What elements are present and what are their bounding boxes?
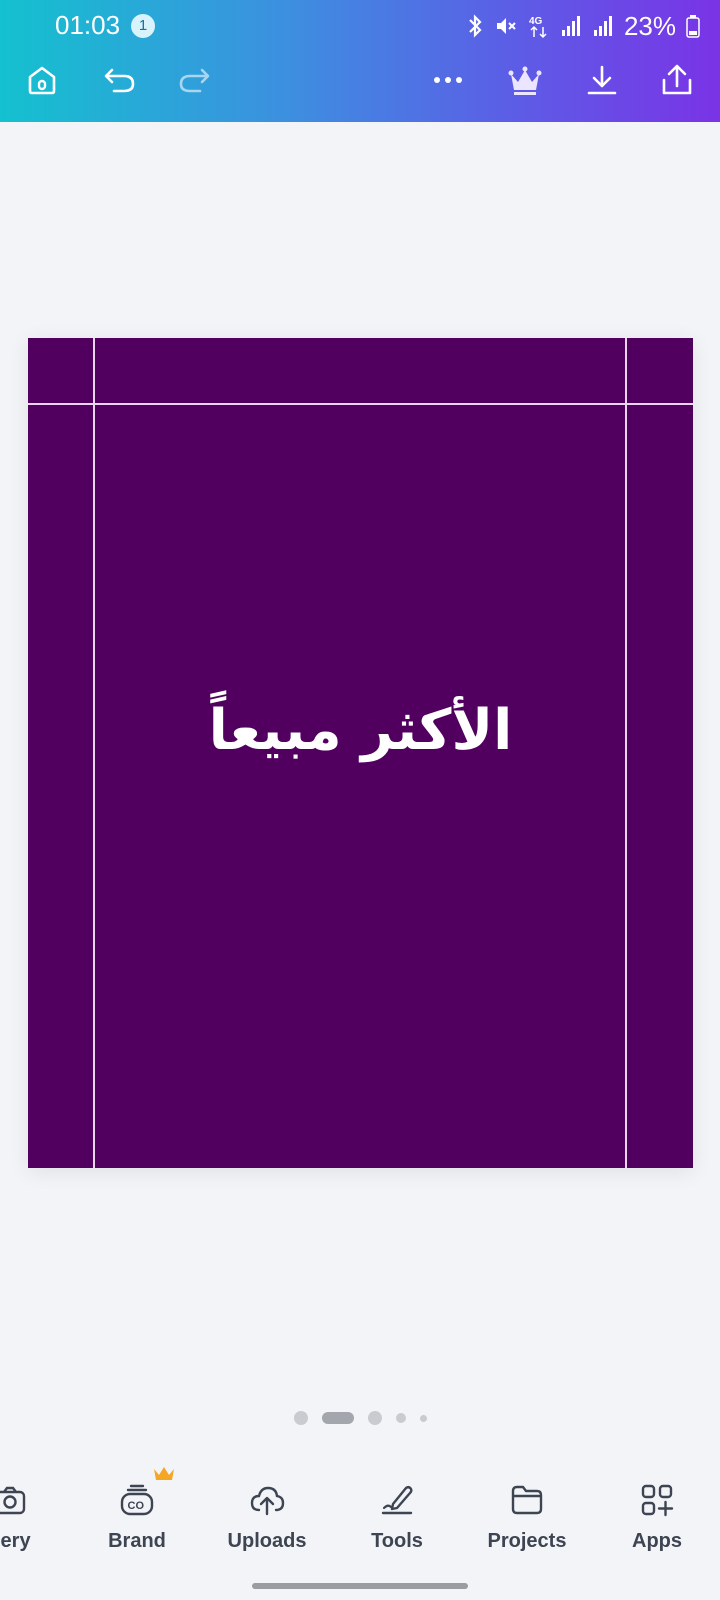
download-icon: [587, 65, 617, 95]
page-dot[interactable]: [395, 1413, 406, 1423]
premium-crown-icon: [154, 1467, 174, 1480]
signal-icon-2: [593, 16, 612, 36]
page-dot[interactable]: [293, 1411, 308, 1425]
battery-icon: [686, 15, 700, 38]
page-dot[interactable]: [367, 1411, 382, 1425]
status-icons: 4G 23%: [466, 8, 700, 44]
more-options-button[interactable]: [426, 58, 470, 102]
nav-item-gallery[interactable]: llery: [0, 1440, 70, 1570]
nav-item-apps[interactable]: Apps: [597, 1440, 717, 1570]
share-button[interactable]: [655, 58, 699, 102]
nav-item-tools[interactable]: Tools: [337, 1440, 457, 1570]
nav-label-gallery: llery: [0, 1530, 31, 1552]
brand-icon: CO: [120, 1484, 154, 1516]
apps-icon: [641, 1484, 674, 1517]
bluetooth-icon: [469, 14, 482, 38]
canvas-text[interactable]: الأكثر مبيعاً: [28, 698, 693, 763]
crown-icon: [508, 66, 542, 95]
nav-label-apps: Apps: [632, 1530, 682, 1552]
undo-button[interactable]: [98, 58, 142, 102]
nav-label-brand: Brand: [108, 1530, 166, 1552]
home-icon: [28, 66, 56, 95]
premium-button[interactable]: [503, 58, 547, 102]
signal-icon-1: [561, 16, 580, 36]
redo-icon: [179, 68, 210, 93]
nav-label-uploads: Uploads: [227, 1530, 307, 1552]
redo-button[interactable]: [172, 58, 216, 102]
bottom-nav: llery CO Brand Uploads Tools Projects Ap…: [0, 1440, 720, 1570]
more-icon: [434, 77, 462, 83]
uploads-icon: [250, 1486, 285, 1516]
gallery-icon: [0, 1486, 26, 1515]
projects-icon: [511, 1485, 543, 1515]
notification-badge: 1: [131, 14, 155, 38]
nav-item-uploads[interactable]: Uploads: [207, 1440, 327, 1570]
guide-line-top: [28, 403, 693, 405]
home-indicator[interactable]: [252, 1583, 468, 1589]
network-4g-icon: 4G: [529, 16, 547, 39]
status-time: 01:03: [55, 10, 121, 40]
download-button[interactable]: [580, 58, 624, 102]
undo-icon: [104, 68, 135, 93]
top-bar: 01:03 1 4G 23%: [0, 0, 720, 122]
page-dot[interactable]: [419, 1414, 427, 1422]
battery-percent: 23%: [623, 10, 676, 41]
mute-icon: [496, 18, 516, 34]
design-canvas[interactable]: الأكثر مبيعاً: [28, 338, 693, 1168]
home-button[interactable]: [20, 58, 64, 102]
svg-text:CO: CO: [128, 1500, 145, 1512]
page-dot-active[interactable]: [321, 1412, 354, 1424]
share-icon: [662, 64, 692, 95]
nav-label-tools: Tools: [371, 1530, 423, 1552]
nav-item-brand[interactable]: CO Brand: [77, 1440, 197, 1570]
page-indicator: [0, 1411, 720, 1425]
svg-text:4G: 4G: [529, 16, 543, 27]
nav-item-projects[interactable]: Projects: [467, 1440, 587, 1570]
tools-icon: [381, 1486, 413, 1515]
nav-label-projects: Projects: [487, 1530, 567, 1552]
